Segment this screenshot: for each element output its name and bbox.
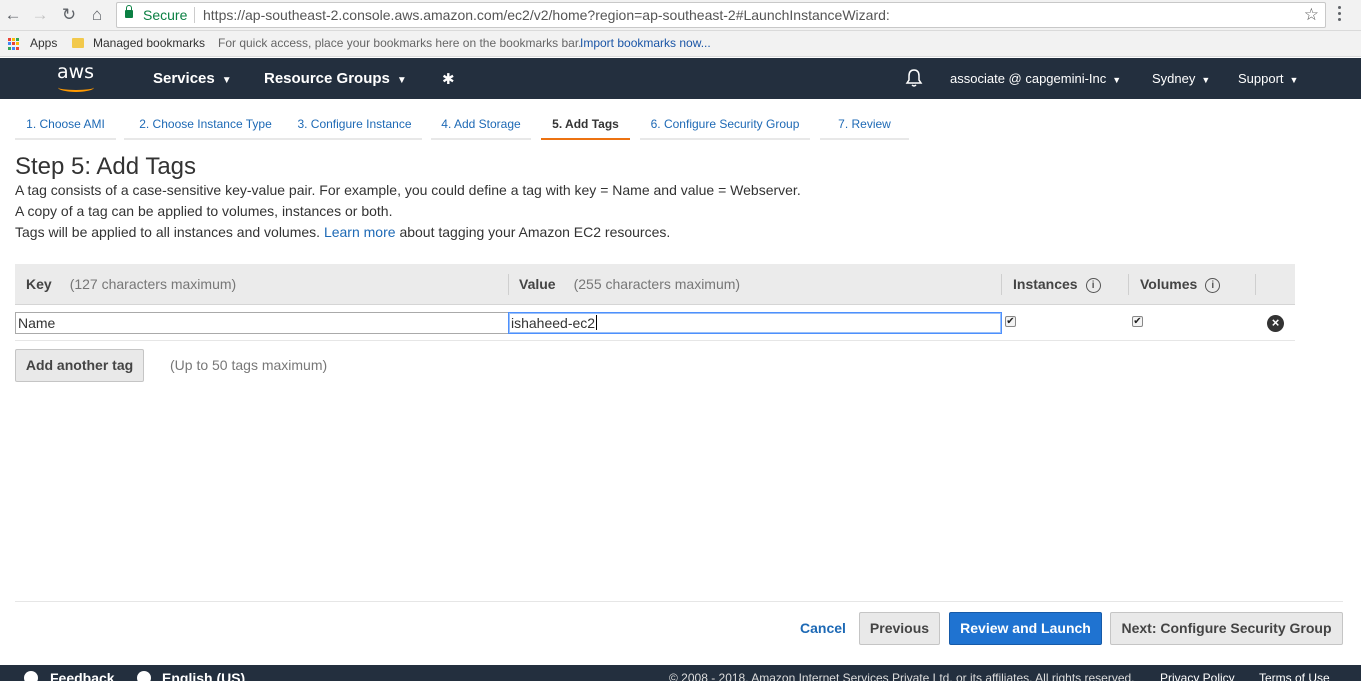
info-icon[interactable]: i [1205, 277, 1221, 293]
text-cursor [596, 315, 598, 330]
bell-icon[interactable] [905, 68, 923, 88]
instances-checkbox[interactable]: ✔ [1005, 316, 1016, 327]
tab-review[interactable]: 7. Review [820, 112, 909, 140]
region-menu[interactable]: Sydney ▼ [1152, 58, 1210, 101]
description-line-2: A copy of a tag can be applied to volume… [15, 203, 393, 219]
info-icon[interactable]: i [1085, 277, 1101, 293]
home-icon[interactable]: ⌂ [86, 4, 108, 26]
services-label: Services [153, 70, 215, 87]
managed-bookmarks-link[interactable]: Managed bookmarks [93, 31, 205, 55]
tab-configure-instance[interactable]: 3. Configure Instance [287, 112, 422, 140]
aws-logo-text: aws [57, 61, 95, 83]
folder-icon [72, 38, 84, 48]
resource-groups-label: Resource Groups [264, 70, 390, 87]
secure-label: Secure [143, 7, 188, 23]
tag-value-input[interactable]: ishaheed-ec2 [508, 312, 1002, 334]
account-menu[interactable]: associate @ capgemini-Inc ▼ [950, 58, 1121, 101]
tab-choose-ami[interactable]: 1. Choose AMI [15, 112, 116, 140]
lock-icon [125, 5, 133, 18]
back-arrow-icon[interactable]: ← [2, 4, 24, 26]
browser-toolbar: ← → ↻ ⌂ Secure https://ap-southeast-2.co… [0, 0, 1361, 31]
column-divider [1001, 274, 1002, 295]
tags-table-header: Key (127 characters maximum) Value (255 ch… [15, 264, 1295, 305]
divider [15, 601, 1343, 602]
feedback-icon [24, 671, 38, 681]
column-divider [508, 274, 509, 295]
address-bar[interactable]: Secure https://ap-southeast-2.console.aw… [116, 2, 1326, 28]
learn-more-link[interactable]: Learn more [324, 224, 396, 240]
bookmark-star-icon[interactable]: ☆ [1304, 3, 1319, 27]
description-line-3: Tags will be applied to all instances an… [15, 224, 670, 240]
table-row: Name ishaheed-ec2 ✔ ✔ × [15, 306, 1295, 341]
value-header-label: Value [519, 276, 556, 292]
globe-icon [137, 671, 151, 681]
aws-console-nav: aws Services ▼ Resource Groups ▼ ✱ associa… [0, 58, 1361, 99]
description-line-3-prefix: Tags will be applied to all instances an… [15, 224, 321, 240]
tag-limit-hint: (Up to 50 tags maximum) [170, 357, 328, 373]
cancel-link[interactable]: Cancel [800, 620, 846, 636]
aws-logo[interactable]: aws [56, 61, 102, 95]
description-line-3-suffix: about tagging your Amazon EC2 resources. [399, 224, 671, 240]
column-divider [1255, 274, 1256, 295]
feedback-link[interactable]: Feedback [50, 670, 115, 681]
copyright-text: © 2008 - 2018, Amazon Internet Services … [669, 671, 1135, 681]
bookmarks-hint: For quick access, place your bookmarks h… [218, 36, 582, 50]
pin-icon[interactable]: ✱ [442, 70, 455, 88]
chevron-down-icon: ▼ [1289, 75, 1299, 85]
review-and-launch-button[interactable]: Review and Launch [949, 612, 1102, 645]
aws-smile-icon [58, 83, 94, 92]
value-header-limit: (255 characters maximum) [573, 276, 741, 292]
chevron-down-icon: ▼ [396, 75, 407, 86]
support-menu[interactable]: Support ▼ [1238, 58, 1298, 101]
services-menu[interactable]: Services ▼ [153, 58, 232, 101]
support-label: Support [1238, 71, 1284, 86]
volumes-column-header: Volumes i [1140, 264, 1221, 305]
region-label: Sydney [1152, 71, 1196, 86]
key-header-label: Key [26, 276, 52, 292]
add-another-tag-button[interactable]: Add another tag [15, 349, 144, 382]
description-line-1: A tag consists of a case-sensitive key-v… [15, 182, 801, 198]
language-selector[interactable]: English (US) [162, 670, 245, 681]
volumes-checkbox[interactable]: ✔ [1132, 316, 1143, 327]
next-configure-security-group-button[interactable]: Next: Configure Security Group [1110, 612, 1343, 645]
apps-grid-icon[interactable] [8, 38, 20, 50]
column-divider [1128, 274, 1129, 295]
tab-add-storage[interactable]: 4. Add Storage [431, 112, 531, 140]
terms-of-use-link[interactable]: Terms of Use [1259, 671, 1330, 681]
previous-button[interactable]: Previous [859, 612, 940, 645]
tab-add-tags[interactable]: 5. Add Tags [541, 112, 630, 140]
account-label: associate @ capgemini-Inc [950, 71, 1107, 86]
remove-tag-icon[interactable]: × [1267, 315, 1284, 332]
privacy-policy-link[interactable]: Privacy Policy [1160, 671, 1235, 681]
tab-choose-instance-type[interactable]: 2. Choose Instance Type [124, 112, 287, 140]
tag-key-input[interactable]: Name [15, 312, 509, 334]
value-column-header: Value (255 characters maximum) [519, 264, 740, 305]
volumes-header-label: Volumes [1140, 276, 1198, 292]
page-title: Step 5: Add Tags [15, 153, 197, 180]
browser-menu-icon[interactable] [1338, 6, 1342, 24]
url-text[interactable]: https://ap-southeast-2.console.aws.amazo… [203, 3, 890, 27]
forward-arrow-icon[interactable]: → [29, 4, 51, 26]
import-bookmarks-link[interactable]: Import bookmarks now... [580, 31, 711, 55]
chevron-down-icon: ▼ [1112, 75, 1122, 85]
instances-column-header: Instances i [1013, 264, 1101, 305]
apps-link[interactable]: Apps [30, 31, 57, 55]
key-header-limit: (127 characters maximum) [69, 276, 237, 292]
address-divider [194, 7, 195, 23]
tag-value-text: ishaheed-ec2 [511, 315, 596, 331]
chevron-down-icon: ▼ [221, 75, 232, 86]
instances-header-label: Instances [1013, 276, 1078, 292]
console-footer: Feedback English (US) © 2008 - 2018, Ama… [0, 665, 1361, 681]
key-column-header: Key (127 characters maximum) [26, 264, 236, 305]
resource-groups-menu[interactable]: Resource Groups ▼ [264, 58, 407, 101]
bookmarks-bar: Apps Managed bookmarks For quick access,… [0, 31, 1361, 57]
reload-icon[interactable]: ↻ [58, 4, 80, 26]
tab-configure-security-group[interactable]: 6. Configure Security Group [640, 112, 810, 140]
chevron-down-icon: ▼ [1201, 75, 1211, 85]
